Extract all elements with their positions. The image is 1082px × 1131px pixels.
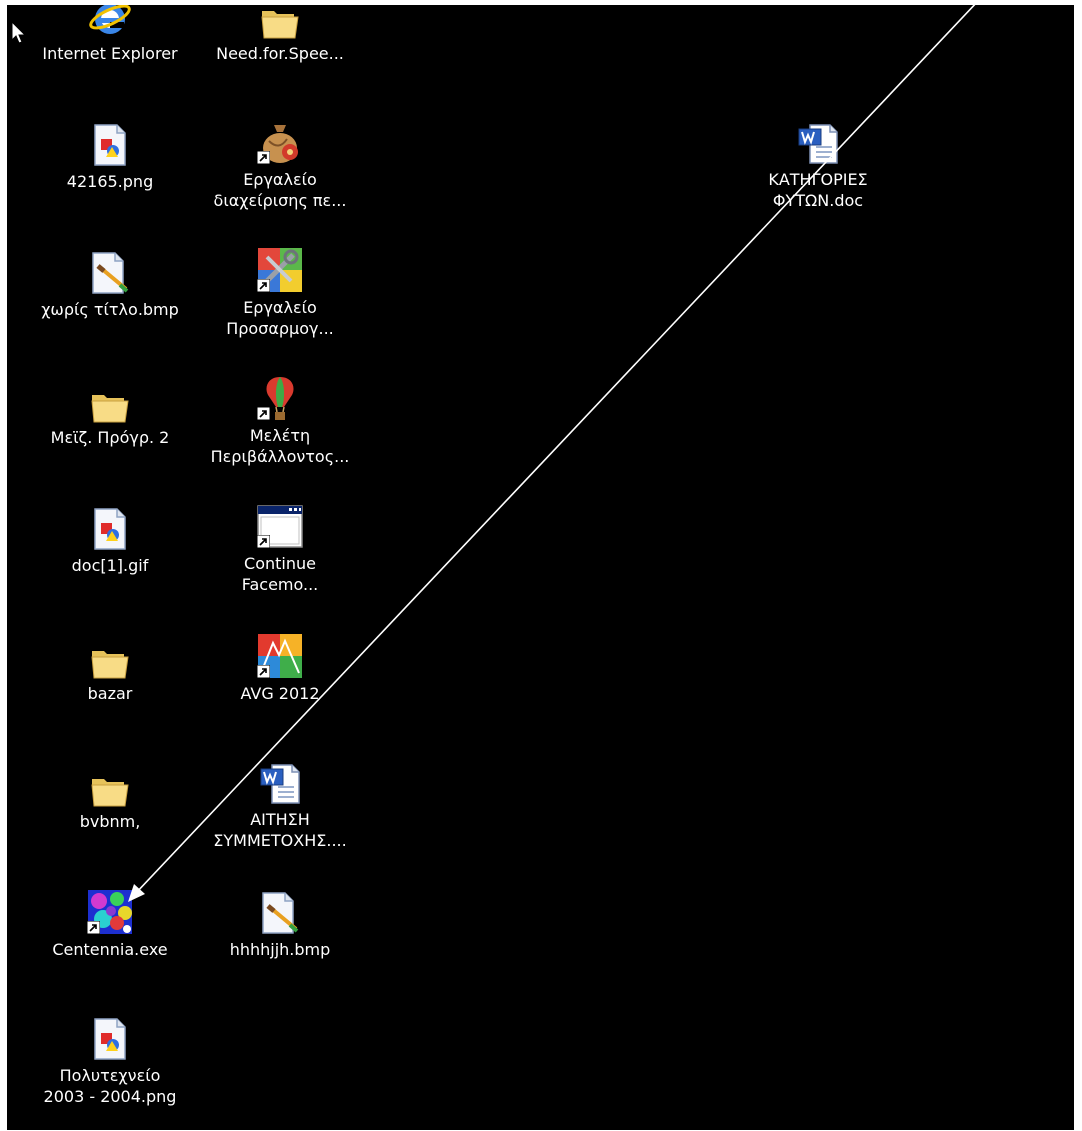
window-app-icon bbox=[249, 495, 311, 549]
desktop-icon-label: bvbnm, bbox=[79, 812, 141, 831]
centennia-map-icon bbox=[79, 879, 141, 935]
desktop-icon-management-tool[interactable]: Εργαλείο διαχείρισης πε... bbox=[194, 111, 366, 211]
desktop-icon-42165-png[interactable]: 42165.png bbox=[24, 111, 196, 211]
desktop-icon-bvbnm-folder[interactable]: bvbnm, bbox=[24, 751, 196, 851]
money-bag-icon bbox=[249, 111, 311, 165]
desktop-icon-doc1-gif[interactable]: doc[1].gif bbox=[24, 495, 196, 595]
desktop-icon-label: Εργαλείο Προσαρμογ... bbox=[226, 298, 334, 338]
desktop-icon-centennia-exe[interactable]: Centennia.exe bbox=[24, 879, 196, 979]
desktop-icon-customization-tool[interactable]: Εργαλείο Προσαρμογ... bbox=[194, 239, 366, 339]
tools-icon bbox=[249, 239, 311, 293]
folder-icon bbox=[79, 623, 141, 679]
internet-explorer-icon bbox=[79, 5, 141, 39]
shortcut-arrow-icon bbox=[257, 535, 270, 548]
desktop-icon-label: hhhhjjh.bmp bbox=[229, 940, 331, 959]
folder-icon bbox=[79, 751, 141, 807]
desktop-icon-need-for-speed-folder[interactable]: Need.for.Spee... bbox=[194, 5, 366, 83]
desktop-icon-label: Μελέτη Περιβάλλοντος... bbox=[210, 426, 350, 466]
shortcut-arrow-icon bbox=[257, 151, 270, 164]
desktop-icon-aithsh-symmetoxhs-doc[interactable]: ΑΙΤΗΣΗ ΣΥΜΜΕΤΟΧΗΣ.... bbox=[194, 751, 366, 851]
desktop-icon-environment-study[interactable]: Μελέτη Περιβάλλοντος... bbox=[194, 367, 366, 467]
desktop-icon-label: Continue Facemo... bbox=[241, 554, 319, 594]
desktop-icon-label: 42165.png bbox=[66, 172, 154, 191]
desktop: Internet Explorer Need.for.Spee... 42165… bbox=[7, 5, 1074, 1130]
word-document-icon bbox=[787, 111, 849, 165]
word-document-icon bbox=[249, 751, 311, 805]
shortcut-arrow-icon bbox=[257, 407, 270, 420]
folder-icon bbox=[249, 5, 311, 39]
shortcut-arrow-icon bbox=[257, 279, 270, 292]
desktop-icon-bazar-folder[interactable]: bazar bbox=[24, 623, 196, 723]
desktop-icon-label: Internet Explorer bbox=[42, 44, 178, 63]
desktop-icon-label: doc[1].gif bbox=[71, 556, 149, 575]
desktop-icon-polytexneio-png[interactable]: Πολυτεχνείο 2003 - 2004.png bbox=[24, 1007, 196, 1107]
desktop-icon-label: ΑΙΤΗΣΗ ΣΥΜΜΕΤΟΧΗΣ.... bbox=[213, 810, 347, 850]
desktop-icon-label: Πολυτεχνείο 2003 - 2004.png bbox=[43, 1066, 177, 1106]
desktop-icon-label: Need.for.Spee... bbox=[216, 44, 344, 63]
desktop-icon-label: Centennia.exe bbox=[52, 940, 168, 959]
desktop-icon-label: bazar bbox=[87, 684, 133, 703]
folder-icon bbox=[79, 367, 141, 423]
shortcut-arrow-icon bbox=[87, 921, 100, 934]
desktop-icon-internet-explorer[interactable]: Internet Explorer bbox=[24, 5, 196, 83]
desktop-icon-continue-facemo[interactable]: Continue Facemo... bbox=[194, 495, 366, 595]
paint-file-icon bbox=[79, 239, 141, 295]
desktop-icon-label: AVG 2012 bbox=[240, 684, 320, 703]
image-file-icon bbox=[79, 495, 141, 551]
image-file-icon bbox=[79, 1007, 141, 1061]
image-file-icon bbox=[79, 111, 141, 167]
desktop-icon-xoris-titlo-bmp[interactable]: χωρίς τίτλο.bmp bbox=[24, 239, 196, 339]
desktop-icon-label: Εργαλείο διαχείρισης πε... bbox=[213, 170, 347, 210]
hot-air-balloon-icon bbox=[249, 367, 311, 421]
desktop-icon-label: ΚΑΤΗΓΟΡΙΕΣ ΦΥΤΩΝ.doc bbox=[768, 170, 868, 210]
avg-antivirus-icon bbox=[249, 623, 311, 679]
desktop-icon-label: χωρίς τίτλο.bmp bbox=[41, 300, 179, 319]
paint-file-icon bbox=[249, 879, 311, 935]
desktop-icon-avg-2012[interactable]: AVG 2012 bbox=[194, 623, 366, 723]
desktop-icon-meiz-progr-2-folder[interactable]: Μεϊζ. Πρόγρ. 2 bbox=[24, 367, 196, 467]
desktop-icon-hhhhjjh-bmp[interactable]: hhhhjjh.bmp bbox=[194, 879, 366, 979]
desktop-icon-label: Μεϊζ. Πρόγρ. 2 bbox=[50, 428, 170, 447]
desktop-icon-kathgories-fyton-doc[interactable]: ΚΑΤΗΓΟΡΙΕΣ ΦΥΤΩΝ.doc bbox=[732, 111, 904, 211]
shortcut-arrow-icon bbox=[257, 665, 270, 678]
